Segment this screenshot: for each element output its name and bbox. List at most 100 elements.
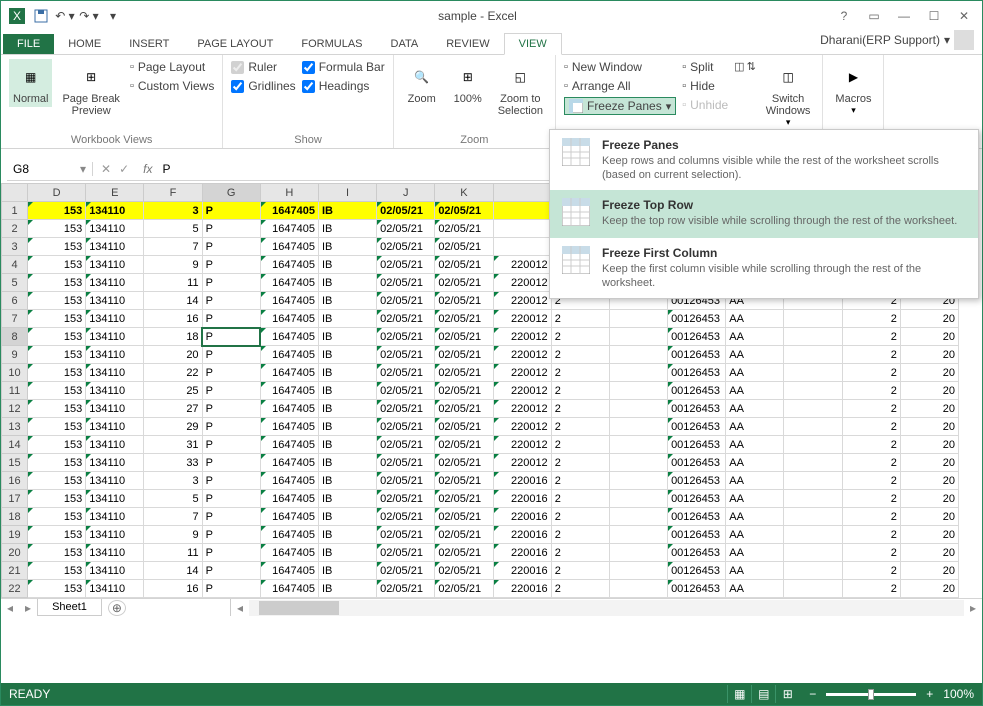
cell[interactable]: 134110 (86, 526, 144, 544)
cell[interactable]: 02/05/21 (435, 526, 493, 544)
cell[interactable]: 33 (144, 454, 202, 472)
cell[interactable] (609, 472, 667, 490)
cell[interactable]: 1647405 (260, 346, 318, 364)
cell[interactable]: 134110 (86, 382, 144, 400)
cell[interactable]: 1647405 (260, 562, 318, 580)
cell[interactable]: 153 (28, 436, 86, 454)
row-header[interactable]: 22 (2, 580, 28, 598)
cell[interactable]: 11 (144, 274, 202, 292)
cell[interactable]: 1647405 (260, 490, 318, 508)
cell[interactable]: 153 (28, 292, 86, 310)
sheet-nav-prev-icon[interactable]: ◂ (1, 601, 19, 615)
cell[interactable]: 134110 (86, 490, 144, 508)
zoom-slider[interactable] (826, 693, 916, 696)
cell[interactable]: IB (318, 454, 376, 472)
cell[interactable]: 1647405 (260, 292, 318, 310)
cell[interactable]: 2 (551, 418, 609, 436)
split-button[interactable]: ▫ Split (682, 59, 728, 75)
row-header[interactable]: 10 (2, 364, 28, 382)
cell[interactable]: 1647405 (260, 526, 318, 544)
cell[interactable]: P (202, 472, 260, 490)
cell[interactable]: 2 (842, 562, 900, 580)
row-header[interactable]: 15 (2, 454, 28, 472)
cell[interactable]: 1647405 (260, 256, 318, 274)
cell[interactable]: 02/05/21 (377, 238, 435, 256)
cell[interactable]: P (202, 400, 260, 418)
cell[interactable]: 2 (842, 400, 900, 418)
cell[interactable]: 1647405 (260, 454, 318, 472)
freeze-panes-button[interactable]: Freeze Panes ▾ (564, 97, 676, 115)
cell[interactable]: 20 (900, 562, 958, 580)
normal-view-icon[interactable]: ▦ (727, 685, 751, 703)
cell[interactable]: 134110 (86, 418, 144, 436)
cell[interactable]: 00126453 (668, 328, 726, 346)
cell[interactable]: 3 (144, 472, 202, 490)
cell[interactable]: 220012 (493, 382, 551, 400)
row-header[interactable]: 17 (2, 490, 28, 508)
cell[interactable]: 134110 (86, 544, 144, 562)
gridlines-checkbox[interactable]: Gridlines (231, 78, 295, 94)
cell[interactable]: IB (318, 328, 376, 346)
cell[interactable]: 153 (28, 256, 86, 274)
sheet-tab[interactable]: Sheet1 (37, 599, 102, 616)
cell[interactable]: 134110 (86, 220, 144, 238)
cell[interactable] (609, 526, 667, 544)
cell[interactable] (609, 562, 667, 580)
normal-view-button[interactable]: ▦Normal (9, 59, 52, 107)
column-header[interactable]: G (202, 184, 260, 202)
cell[interactable]: 31 (144, 436, 202, 454)
cancel-formula-icon[interactable]: ✕ (101, 162, 111, 176)
cell[interactable]: P (202, 544, 260, 562)
cell[interactable]: 1647405 (260, 274, 318, 292)
cell[interactable]: 00126453 (668, 490, 726, 508)
cell[interactable]: IB (318, 490, 376, 508)
cell[interactable]: 00126453 (668, 364, 726, 382)
cell[interactable]: P (202, 292, 260, 310)
cell[interactable]: 134110 (86, 364, 144, 382)
cell[interactable]: 2 (551, 526, 609, 544)
help-icon[interactable]: ? (830, 5, 858, 27)
cell[interactable]: 134110 (86, 274, 144, 292)
cell[interactable]: 2 (842, 310, 900, 328)
freeze-option[interactable]: Freeze PanesKeep rows and columns visibl… (550, 130, 978, 190)
cell[interactable]: 2 (842, 544, 900, 562)
cell[interactable]: P (202, 310, 260, 328)
cell[interactable]: 02/05/21 (377, 508, 435, 526)
row-header[interactable]: 5 (2, 274, 28, 292)
cell[interactable]: 02/05/21 (377, 544, 435, 562)
cell[interactable]: AA (726, 382, 784, 400)
cell[interactable]: 220012 (493, 346, 551, 364)
cell[interactable]: AA (726, 562, 784, 580)
row-header[interactable]: 8 (2, 328, 28, 346)
cell[interactable] (784, 382, 842, 400)
view-side-by-side-icon[interactable]: ◫ (734, 59, 744, 74)
cell[interactable] (784, 400, 842, 418)
cell[interactable]: 2 (551, 562, 609, 580)
cell[interactable]: 153 (28, 346, 86, 364)
cell[interactable]: 220012 (493, 400, 551, 418)
cell[interactable]: 00126453 (668, 544, 726, 562)
cell[interactable]: 20 (900, 364, 958, 382)
cell[interactable] (609, 364, 667, 382)
cell[interactable]: IB (318, 310, 376, 328)
formula-bar-checkbox[interactable]: Formula Bar (302, 59, 385, 75)
row-header[interactable]: 11 (2, 382, 28, 400)
close-icon[interactable]: ✕ (950, 5, 978, 27)
cell[interactable]: 1647405 (260, 202, 318, 220)
cell[interactable]: 2 (551, 454, 609, 472)
cell[interactable]: AA (726, 490, 784, 508)
zoom-100-button[interactable]: ⊞100% (448, 59, 488, 107)
cell[interactable]: AA (726, 544, 784, 562)
cell[interactable]: 220012 (493, 292, 551, 310)
hscroll-right-icon[interactable]: ▸ (964, 601, 982, 615)
pagebreak-view-button[interactable]: ⊞Page Break Preview (58, 59, 123, 119)
cell[interactable]: 134110 (86, 328, 144, 346)
cell[interactable]: 02/05/21 (377, 328, 435, 346)
cell[interactable]: IB (318, 346, 376, 364)
cell[interactable]: 02/05/21 (377, 490, 435, 508)
redo-icon[interactable]: ↷ ▾ (77, 4, 101, 28)
cell[interactable]: AA (726, 580, 784, 598)
cell[interactable]: IB (318, 292, 376, 310)
cell[interactable] (784, 310, 842, 328)
cell[interactable]: 00126453 (668, 454, 726, 472)
